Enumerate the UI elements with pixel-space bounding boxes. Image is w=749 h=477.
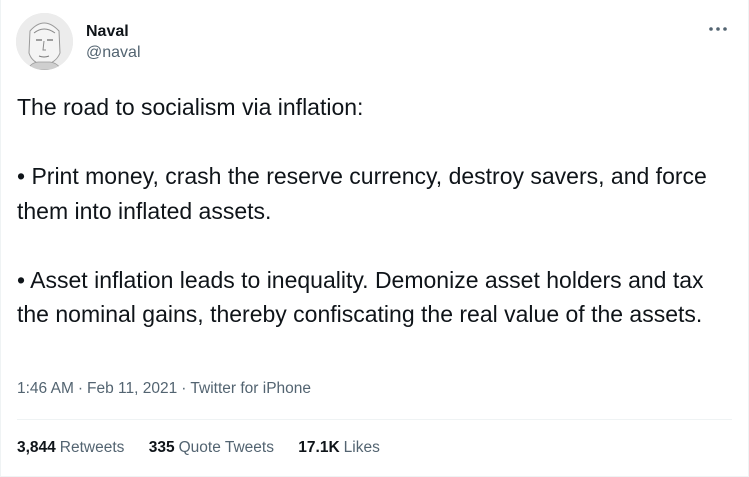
tweet-source[interactable]: Twitter for iPhone — [190, 380, 311, 397]
meta-separator: · — [77, 380, 84, 397]
divider — [17, 419, 732, 420]
quote-tweets-count: 335 — [148, 439, 175, 456]
likes-count: 17.1K — [298, 439, 340, 456]
retweets-count: 3,844 — [17, 439, 56, 456]
more-dots-icon — [709, 27, 727, 31]
author-handle[interactable]: @naval — [86, 43, 141, 63]
more-horizontal-icon[interactable] — [706, 18, 730, 38]
meta-separator: · — [181, 380, 187, 397]
tweet-text-line: The road to socialism via inflation: — [17, 94, 364, 120]
tweet-text-line: • Print money, crash the reserve currenc… — [17, 163, 707, 224]
tweet-text-line: • Asset inflation leads to inequality. D… — [17, 266, 704, 328]
retweets-stat[interactable]: 3,844 Retweets — [17, 437, 124, 459]
avatar[interactable] — [16, 13, 73, 70]
tweet-meta: 1:46 AM · Feb 11, 2021 · Twitter for iPhone — [17, 378, 311, 400]
quote-tweets-label: Quote Tweets — [178, 439, 274, 456]
tweet-card: Naval @naval The road to socialism via i… — [0, 0, 749, 477]
author-name[interactable]: Naval — [86, 22, 129, 42]
avatar-portrait-icon — [16, 13, 73, 70]
likes-label: Likes — [343, 439, 380, 456]
tweet-stats: 3,844 Retweets 335 Quote Tweets 17.1K Likes — [17, 437, 400, 459]
retweets-label: Retweets — [59, 439, 125, 456]
tweet-date[interactable]: Feb 11, 2021 — [87, 380, 177, 397]
tweet-text: The road to socialism via inflation: • P… — [17, 90, 732, 332]
likes-stat[interactable]: 17.1K Likes — [298, 437, 380, 459]
quote-tweets-stat[interactable]: 335 Quote Tweets — [149, 437, 274, 459]
tweet-time[interactable]: 1:46 AM — [17, 380, 74, 397]
